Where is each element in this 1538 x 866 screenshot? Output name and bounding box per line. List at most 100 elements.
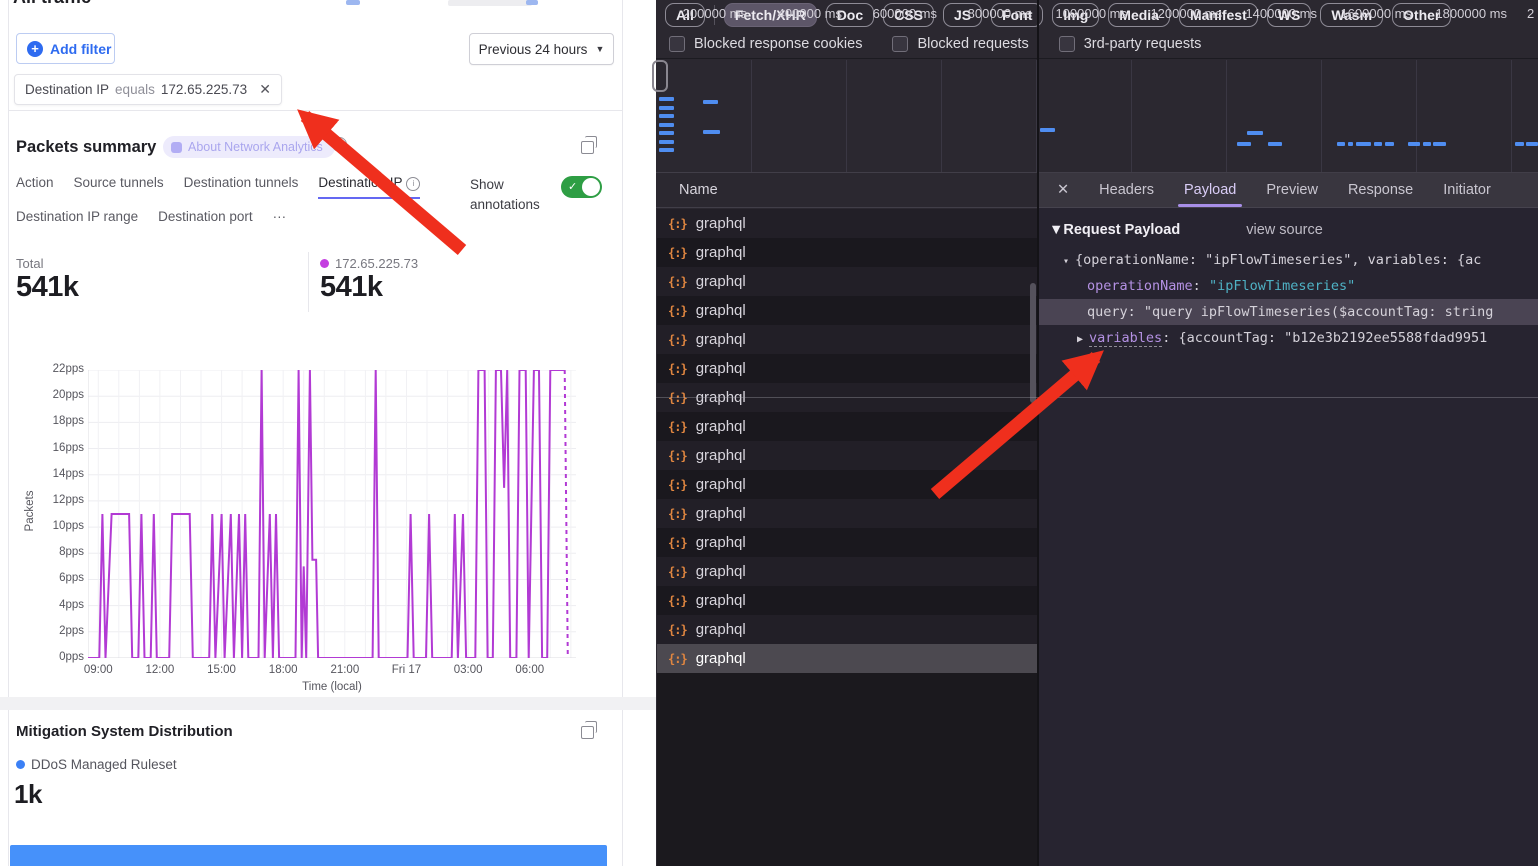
request-row[interactable]: {:}graphql <box>657 586 1037 615</box>
request-timing-blip[interactable] <box>1408 142 1420 146</box>
payload-line-2[interactable]: query: "query ipFlowTimeseries($accountT… <box>1039 299 1538 325</box>
card-right-border <box>622 710 623 866</box>
request-timing-blip[interactable] <box>659 97 674 101</box>
request-timing-blip[interactable] <box>703 100 718 104</box>
view-source-link[interactable]: view source <box>1246 222 1323 238</box>
request-row[interactable]: {:}graphql <box>657 296 1037 325</box>
request-row-selected[interactable]: {:}graphql <box>657 644 1037 673</box>
close-icon[interactable]: ✕ <box>259 81 271 98</box>
request-timing-blip[interactable] <box>659 123 674 127</box>
tree-caret-icon[interactable]: ▶ <box>1077 334 1083 345</box>
request-timing-blip[interactable] <box>1237 142 1251 146</box>
copy-panel-icon[interactable] <box>581 141 594 154</box>
time-range-dropdown[interactable]: Previous 24 hours ▼ <box>469 33 614 65</box>
request-name: graphql <box>696 592 746 609</box>
copy-panel-icon[interactable] <box>581 726 594 739</box>
request-timing-blip[interactable] <box>1356 142 1371 146</box>
devtools-panel: AllFetch/XHRDocCSSJSFontImgMediaManifest… <box>656 0 1538 866</box>
stat-total-label: Total <box>16 256 79 271</box>
y-tick: 2pps <box>34 625 84 637</box>
request-timing-blip[interactable] <box>1385 142 1394 146</box>
tab-source-tunnels[interactable]: Source tunnels <box>74 175 164 199</box>
add-filter-button[interactable]: + Add filter <box>16 33 115 64</box>
checkbox-box[interactable] <box>669 36 685 52</box>
request-timing-blip[interactable] <box>1433 142 1446 146</box>
request-name: graphql <box>696 505 746 522</box>
request-row[interactable]: {:}graphql <box>657 615 1037 644</box>
request-name: graphql <box>696 650 746 667</box>
ruler-label: 1800000 ms <box>1419 6 1507 21</box>
tab-destination-tunnels[interactable]: Destination tunnels <box>184 175 299 199</box>
request-timing-blip[interactable] <box>659 131 674 135</box>
tab-payload[interactable]: Payload <box>1184 182 1236 198</box>
checkbox-3rd-party-requests[interactable]: 3rd-party requests <box>1059 36 1202 52</box>
request-timing-blip[interactable] <box>659 140 674 144</box>
request-row[interactable]: {:}graphql <box>657 528 1037 557</box>
about-network-analytics-badge[interactable]: About Network Analytics <box>163 136 335 158</box>
ruler-label: 1000000 ms <box>1039 6 1127 21</box>
tab-···[interactable]: ··· <box>273 209 287 224</box>
request-timing-blip[interactable] <box>1374 142 1382 146</box>
y-tick: 8pps <box>34 546 84 558</box>
request-timing-blip[interactable] <box>1423 142 1431 146</box>
payload-line-0[interactable]: ▾{operationName: "ipFlowTimeseries", var… <box>1049 247 1538 273</box>
y-tick: 6pps <box>34 572 84 584</box>
tab-initiator[interactable]: Initiator <box>1443 182 1491 198</box>
request-timing-blip[interactable] <box>659 148 674 152</box>
tree-caret-icon[interactable]: ▾ <box>1063 256 1069 267</box>
ruler-gridline <box>941 60 942 172</box>
tab-action[interactable]: Action <box>16 175 54 199</box>
ruler-gridline <box>1416 60 1417 172</box>
request-timing-blip[interactable] <box>1526 142 1538 146</box>
payload-line-1[interactable]: operationName: "ipFlowTimeseries" <box>1049 273 1538 299</box>
request-row[interactable]: {:}graphql <box>657 412 1037 441</box>
tab-destination-ip-range[interactable]: Destination IP range <box>16 209 138 224</box>
request-timing-blip[interactable] <box>1337 142 1345 146</box>
request-row[interactable]: {:}graphql <box>657 441 1037 470</box>
request-row[interactable]: {:}graphql <box>657 267 1037 296</box>
checkbox-box[interactable] <box>1059 36 1075 52</box>
close-icon[interactable]: ✕ <box>1057 182 1069 198</box>
tab-headers[interactable]: Headers <box>1099 182 1154 198</box>
name-column-header[interactable]: Name <box>656 173 1037 208</box>
tab-response[interactable]: Response <box>1348 182 1413 198</box>
show-annotations-toggle[interactable]: ✓ <box>561 176 602 198</box>
filter-chip[interactable]: Destination IP equals 172.65.225.73 ✕ <box>14 74 282 105</box>
request-row[interactable]: {:}graphql <box>657 470 1037 499</box>
request-timing-blip[interactable] <box>1247 131 1263 135</box>
tab-destination-ip[interactable]: Destination IPi <box>318 175 420 199</box>
request-timing-blip[interactable] <box>1268 142 1282 146</box>
request-row[interactable]: {:}graphql <box>657 238 1037 267</box>
mitigation-bar[interactable] <box>10 845 607 866</box>
request-row[interactable]: {:}graphql <box>657 354 1037 383</box>
ruler-gridline <box>1321 60 1322 172</box>
request-row[interactable]: {:}graphql <box>657 209 1037 238</box>
time-range-label: Previous 24 hours <box>479 42 588 57</box>
scrollbar-thumb[interactable] <box>1030 283 1036 403</box>
tab-preview[interactable]: Preview <box>1266 182 1318 198</box>
request-row[interactable]: {:}graphql <box>657 557 1037 586</box>
request-row[interactable]: {:}graphql <box>657 499 1037 528</box>
payload-line-3[interactable]: ▶variables: {accountTag: "b12e3b2192ee55… <box>1049 325 1538 351</box>
check-icon: ✓ <box>568 180 577 193</box>
section-caret-icon[interactable]: ▼ <box>1049 222 1063 238</box>
checkbox-blocked-response-cookies[interactable]: Blocked response cookies <box>669 36 862 52</box>
json-request-icon: {:} <box>668 420 687 434</box>
request-name: graphql <box>696 447 746 464</box>
request-timing-blip[interactable] <box>703 130 720 134</box>
packets-timeseries-chart[interactable] <box>88 370 576 658</box>
checkbox-blocked-requests[interactable]: Blocked requests <box>892 36 1028 52</box>
clock-icon <box>332 137 347 152</box>
ruler-label: 200000 ms <box>659 6 747 21</box>
request-timing-blip[interactable] <box>1040 128 1055 132</box>
request-timing-blip[interactable] <box>659 114 674 118</box>
card-header-divider <box>8 110 623 111</box>
ruler-gridline <box>751 60 752 172</box>
request-row[interactable]: {:}graphql <box>657 325 1037 354</box>
request-timing-blip[interactable] <box>1515 142 1524 146</box>
checkbox-box[interactable] <box>892 36 908 52</box>
tab-destination-port[interactable]: Destination port <box>158 209 253 224</box>
request-timing-blip[interactable] <box>659 106 674 110</box>
x-tick: Fri 17 <box>376 664 436 676</box>
request-timing-blip[interactable] <box>1348 142 1353 146</box>
